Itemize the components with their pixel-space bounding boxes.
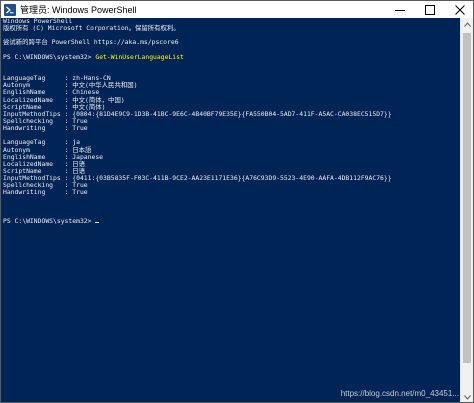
title-bar[interactable]: 管理员: Windows PowerShell bbox=[1, 1, 473, 18]
minimize-icon bbox=[395, 9, 405, 11]
maximize-button[interactable] bbox=[415, 1, 445, 18]
console-output[interactable]: Windows PowerShell 版权所有 (C) Microsoft Cor… bbox=[1, 18, 461, 402]
maximize-icon bbox=[425, 4, 435, 15]
minimize-button[interactable] bbox=[385, 1, 415, 18]
vertical-scrollbar[interactable] bbox=[460, 18, 473, 402]
chevron-down-icon bbox=[463, 395, 471, 400]
watermark: https://blog.csdn.net/m0_43451... bbox=[340, 389, 459, 398]
prompt-text: PS C:\WINDOWS\system32> bbox=[3, 216, 96, 225]
console-line: Handwriting : True bbox=[3, 124, 88, 133]
chevron-up-icon bbox=[463, 22, 471, 27]
scroll-thumb[interactable] bbox=[463, 33, 471, 363]
command-text: Get-WinUserLanguageList bbox=[95, 52, 184, 61]
text-cursor bbox=[95, 221, 100, 223]
console-line: 尝试新的跨平台 PowerShell https://aka.ms/pscore… bbox=[3, 38, 179, 47]
prompt-line: PS C:\WINDOWS\system32> Get-WinUserLangu… bbox=[3, 52, 461, 61]
close-icon bbox=[455, 4, 465, 15]
close-button[interactable] bbox=[445, 1, 473, 18]
powershell-icon[interactable] bbox=[4, 3, 16, 16]
console-line: 版权所有 (C) Microsoft Corporation。保留所有权利。 bbox=[3, 24, 180, 33]
window-title: 管理员: Windows PowerShell bbox=[20, 5, 137, 15]
scroll-up-button[interactable] bbox=[461, 18, 473, 31]
console-line: Handwriting : True bbox=[3, 188, 88, 197]
prompt-text: PS C:\WINDOWS\system32> bbox=[3, 52, 96, 61]
scroll-down-button[interactable] bbox=[461, 391, 473, 402]
prompt-line: PS C:\WINDOWS\system32> bbox=[3, 216, 461, 225]
powershell-window: 管理员: Windows PowerShell Windows PowerShe… bbox=[0, 0, 474, 403]
